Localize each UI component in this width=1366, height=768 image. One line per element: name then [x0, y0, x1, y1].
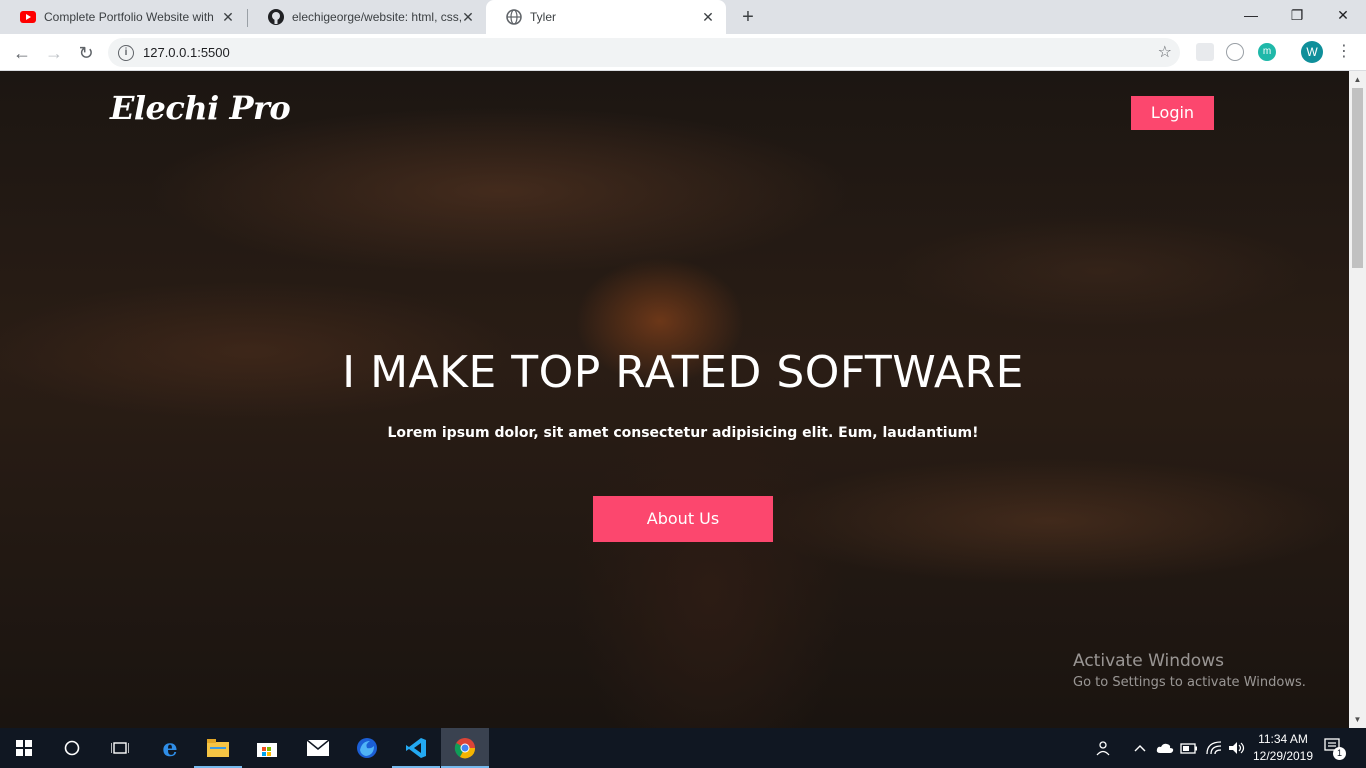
browser-toolbar: ← → ↻ i 127.0.0.1:5500 ☆ m W ⋮	[0, 34, 1366, 71]
page-hero: Elechi Pro Login I MAKE TOP RATED SOFTWA…	[0, 71, 1349, 728]
tab-youtube-portfolio[interactable]: Complete Portfolio Website with ✕	[0, 0, 246, 34]
bookmark-star-icon[interactable]: ☆	[1158, 42, 1172, 62]
back-arrow-icon[interactable]: ←	[8, 39, 36, 67]
tab-github-website[interactable]: elechigeorge/website: html, css, j ✕	[248, 0, 486, 34]
volume-icon[interactable]	[1228, 728, 1246, 768]
tab-title: elechigeorge/website: html, css, j	[292, 10, 464, 24]
browser-menu-icon[interactable]: ⋮	[1336, 40, 1352, 64]
site-info-icon[interactable]: i	[118, 44, 134, 61]
youtube-icon	[20, 9, 36, 25]
people-icon[interactable]	[1096, 728, 1114, 768]
close-tab-icon[interactable]: ✕	[460, 9, 476, 25]
store-icon[interactable]	[243, 728, 291, 768]
extension-icon[interactable]	[1196, 43, 1214, 61]
login-button[interactable]: Login	[1131, 96, 1214, 130]
windows-start-icon[interactable]	[0, 728, 48, 768]
scrollbar-thumb[interactable]	[1352, 88, 1363, 268]
tab-title: Tyler	[530, 10, 557, 24]
browser-tab-strip: Complete Portfolio Website with ✕ elechi…	[0, 0, 1366, 34]
taskbar-clock[interactable]: 11:34 AM 12/29/2019	[1248, 731, 1318, 765]
file-explorer-icon[interactable]	[194, 728, 242, 768]
watermark-subtitle: Go to Settings to activate Windows.	[1073, 675, 1306, 690]
cloud-icon[interactable]	[1156, 728, 1174, 768]
chevron-up-icon[interactable]	[1134, 728, 1146, 768]
firefox-icon[interactable]	[343, 728, 391, 768]
close-tab-icon[interactable]: ✕	[700, 9, 716, 25]
activate-windows-watermark: Activate Windows Go to Settings to activ…	[1073, 651, 1306, 690]
vscode-icon[interactable]	[392, 728, 440, 768]
search-circle-icon[interactable]	[48, 728, 96, 768]
about-us-button[interactable]: About Us	[593, 496, 773, 542]
wifi-icon[interactable]	[1206, 728, 1222, 768]
hero-subtitle: Lorem ipsum dolor, sit amet consectetur …	[387, 425, 979, 441]
clock-date: 12/29/2019	[1252, 749, 1314, 763]
scroll-down-arrow-icon[interactable]: ▼	[1349, 711, 1366, 728]
site-logo[interactable]: Elechi Pro	[110, 89, 291, 127]
extension-face-icon[interactable]	[1226, 43, 1244, 61]
minimize-button[interactable]: —	[1228, 0, 1274, 30]
profile-avatar[interactable]: W	[1301, 41, 1323, 63]
globe-icon	[506, 9, 522, 25]
windows-taskbar: e 11:34 AM 12/29/2019 1	[0, 728, 1366, 768]
scroll-up-arrow-icon[interactable]: ▲	[1349, 71, 1366, 88]
clock-time: 11:34 AM	[1258, 732, 1308, 746]
extension-m-icon[interactable]: m	[1258, 43, 1276, 61]
notification-count-badge: 1	[1333, 747, 1346, 760]
tab-tyler[interactable]: Tyler ✕	[486, 0, 726, 34]
new-tab-button[interactable]: +	[736, 5, 760, 29]
tab-title: Complete Portfolio Website with	[44, 10, 214, 24]
action-center-icon[interactable]: 1	[1320, 736, 1346, 760]
forward-arrow-icon[interactable]: →	[40, 39, 68, 67]
mail-icon[interactable]	[294, 728, 342, 768]
reload-icon[interactable]: ↻	[72, 39, 100, 67]
battery-icon[interactable]	[1180, 728, 1198, 768]
close-window-button[interactable]: ✕	[1320, 0, 1366, 30]
watermark-title: Activate Windows	[1073, 651, 1224, 671]
url-text: 127.0.0.1:5500	[143, 45, 230, 60]
address-bar[interactable]: i 127.0.0.1:5500 ☆	[108, 38, 1180, 67]
page-scrollbar[interactable]: ▲ ▼	[1349, 71, 1366, 728]
chrome-icon[interactable]	[441, 728, 489, 768]
task-view-icon[interactable]	[96, 728, 144, 768]
github-icon	[268, 9, 284, 25]
hero-title: I MAKE TOP RATED SOFTWARE	[342, 347, 1024, 398]
maximize-button[interactable]: ❐	[1274, 0, 1320, 30]
edge-browser-icon[interactable]: e	[146, 728, 194, 768]
close-tab-icon[interactable]: ✕	[220, 9, 236, 25]
